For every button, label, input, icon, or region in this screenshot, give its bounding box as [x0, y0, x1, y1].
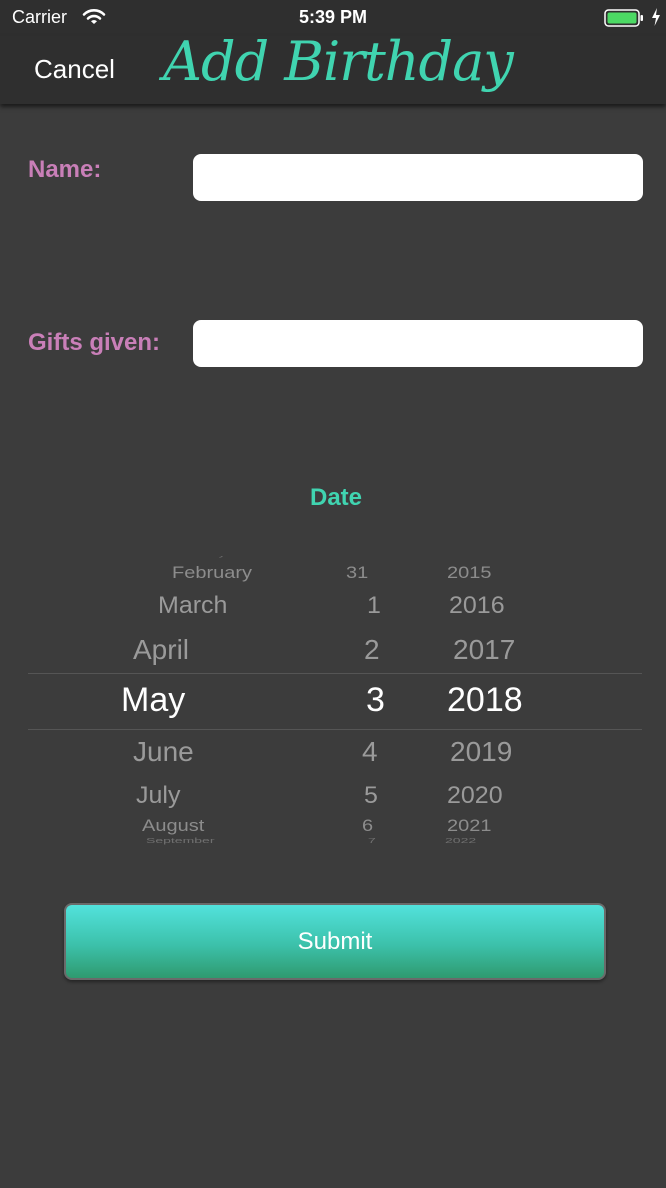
- picker-day-option[interactable]: 2: [364, 636, 380, 664]
- picker-day-option[interactable]: 7: [368, 837, 376, 844]
- cancel-button[interactable]: Cancel: [34, 54, 115, 85]
- picker-year-option[interactable]: 2017: [453, 636, 515, 664]
- picker-month-option[interactable]: April: [133, 636, 189, 664]
- picker-day-selected[interactable]: 3: [366, 683, 385, 717]
- picker-year-option[interactable]: 2014: [442, 556, 473, 557]
- navigation-bar: Cancel Add Birthday: [0, 30, 666, 104]
- picker-day-option[interactable]: 1: [367, 594, 381, 618]
- name-label: Name:: [28, 156, 102, 183]
- picker-month-option[interactable]: January: [176, 556, 226, 557]
- picker-month-option[interactable]: September: [146, 837, 214, 844]
- submit-button[interactable]: Submit: [64, 903, 606, 980]
- picker-year-option[interactable]: 2016: [449, 594, 505, 618]
- picker-year-option[interactable]: 2015: [447, 565, 492, 581]
- picker-month-selected[interactable]: May: [121, 683, 185, 717]
- picker-year-option[interactable]: 2022: [445, 837, 476, 844]
- date-label: Date: [309, 484, 363, 511]
- picker-day-option[interactable]: 6: [362, 818, 373, 834]
- charging-bolt-icon: [652, 8, 660, 26]
- picker-year-selected[interactable]: 2018: [447, 683, 523, 717]
- picker-year-option[interactable]: 2021: [447, 818, 492, 834]
- picker-month-option[interactable]: July: [136, 784, 180, 808]
- picker-month-option[interactable]: February: [172, 565, 252, 581]
- battery-full-icon: [604, 9, 643, 27]
- picker-day-option[interactable]: 30: [346, 556, 362, 557]
- picker-day-option[interactable]: 31: [346, 565, 368, 581]
- picker-month-option[interactable]: June: [133, 738, 194, 766]
- status-time: 5:39 PM: [298, 7, 368, 27]
- page-title: Add Birthday: [163, 30, 514, 93]
- date-picker[interactable]: January February March April May June July Augu…: [28, 556, 642, 846]
- picker-year-option[interactable]: 2019: [450, 738, 512, 766]
- picker-month-option[interactable]: August: [142, 818, 204, 834]
- gifts-given-input[interactable]: [193, 320, 643, 367]
- picker-day-option[interactable]: 4: [362, 738, 378, 766]
- picker-month-option[interactable]: March: [158, 594, 227, 618]
- picker-year-option[interactable]: 2020: [447, 784, 503, 808]
- gifts-given-label: Gifts given:: [28, 329, 161, 356]
- picker-selection-bottom-line: [28, 729, 642, 730]
- name-input[interactable]: [193, 154, 643, 201]
- picker-day-option[interactable]: 5: [364, 784, 378, 808]
- picker-selection-top-line: [28, 673, 642, 674]
